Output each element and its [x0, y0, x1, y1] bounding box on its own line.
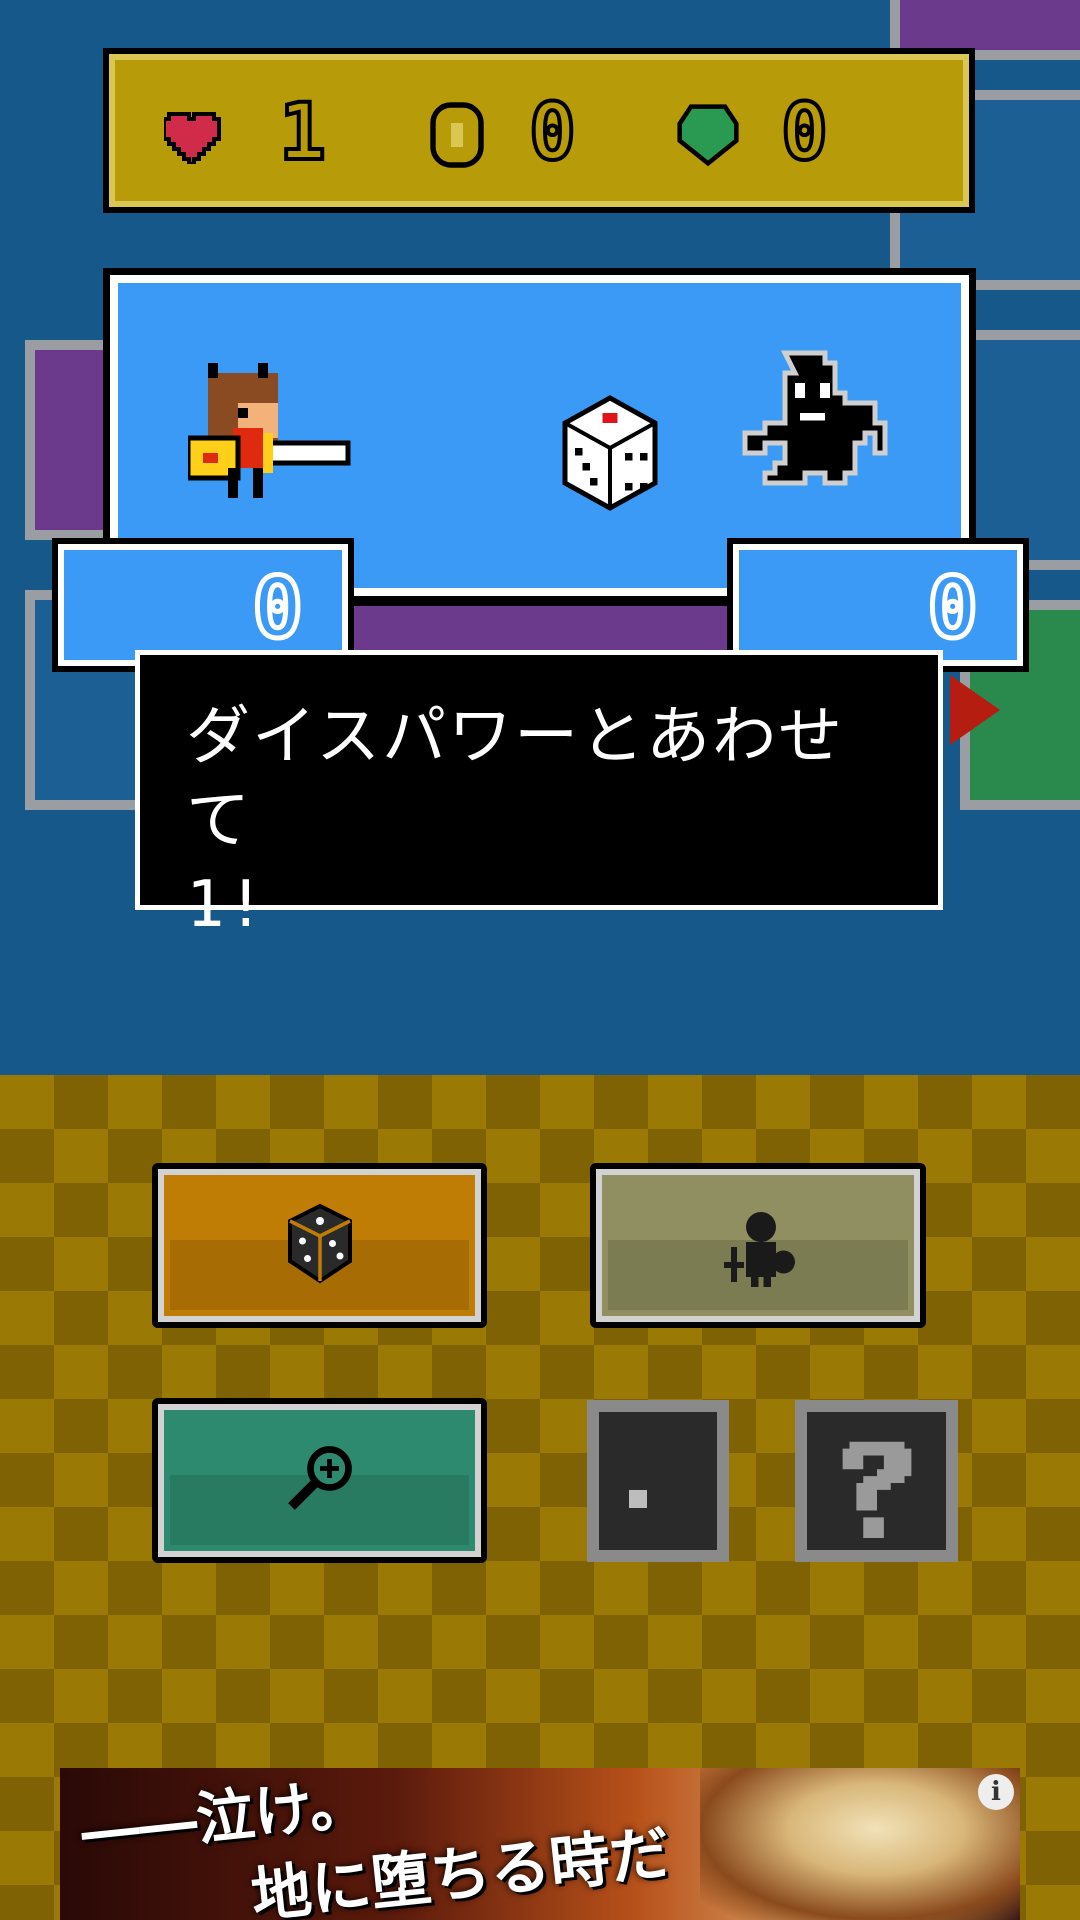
message-box: ダイスパワーとあわせて 1! [135, 650, 943, 942]
coin-count: 0 [527, 88, 578, 178]
ad-character-art [700, 1768, 1020, 1920]
arrow-right-icon [950, 675, 1000, 745]
enemy-power-value: 0 [925, 559, 981, 657]
item-slot[interactable] [587, 1400, 729, 1562]
roll-dice-button[interactable] [152, 1163, 487, 1328]
knight-icon [724, 1212, 795, 1287]
heart-icon [164, 112, 221, 164]
status-bar: 1 0 0 [103, 48, 975, 213]
magnifier-icon [288, 1446, 352, 1510]
gem-icon [677, 104, 739, 167]
help-button[interactable] [795, 1400, 958, 1562]
ad-banner[interactable]: ――泣け。 地に堕ちる時だ i [60, 1768, 1020, 1920]
lives-count: 1 [277, 88, 328, 178]
hero-sprite [188, 363, 351, 498]
dice-icon [562, 395, 658, 511]
dot-icon [629, 1490, 647, 1508]
zoom-button[interactable] [152, 1398, 487, 1563]
player-power-value: 0 [250, 559, 306, 657]
ghost-enemy-sprite [742, 350, 888, 486]
dice-icon [288, 1203, 352, 1284]
equipment-button[interactable] [590, 1163, 926, 1328]
question-icon [842, 1441, 912, 1538]
ad-info-icon[interactable]: i [978, 1774, 1014, 1810]
gem-count: 0 [779, 88, 830, 178]
coin-icon [430, 102, 484, 168]
